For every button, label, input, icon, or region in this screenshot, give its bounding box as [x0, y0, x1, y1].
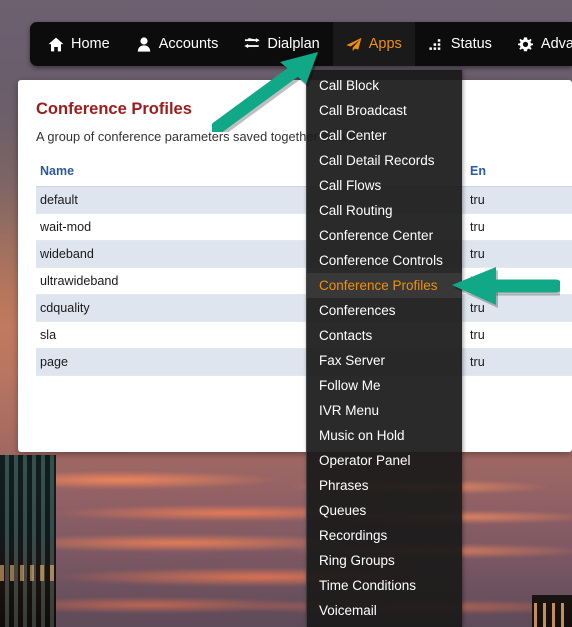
cell-enabled: tru — [466, 267, 572, 295]
menu-item-operator-panel[interactable]: Operator Panel — [307, 448, 462, 473]
paper-plane-icon — [346, 36, 362, 52]
cell-enabled: tru — [466, 321, 572, 349]
table-row[interactable]: sla tru — [36, 321, 572, 349]
menu-item-call-broadcast[interactable]: Call Broadcast — [307, 98, 462, 123]
nav-item-label: Home — [71, 36, 110, 52]
background-clouds — [0, 455, 572, 627]
menu-item-time-conditions[interactable]: Time Conditions — [307, 573, 462, 598]
gear-icon — [518, 36, 534, 52]
transfer-icon — [244, 36, 260, 52]
table-row[interactable]: wideband tru — [36, 240, 572, 268]
menu-item-recordings[interactable]: Recordings — [307, 523, 462, 548]
nav-item-apps[interactable]: Apps — [332, 22, 415, 66]
table-row[interactable]: default tru — [36, 186, 572, 214]
table-row[interactable]: page tru — [36, 348, 572, 376]
user-icon — [136, 36, 152, 52]
nav-item-label: Accounts — [158, 36, 219, 52]
apps-dropdown-menu: Call Block Call Broadcast Call Center Call … — [306, 70, 462, 627]
table-row[interactable]: ultrawideband tru — [36, 267, 572, 295]
table-header-row: Name En — [36, 164, 572, 187]
table-row[interactable]: cdquality tru — [36, 294, 572, 322]
cell-enabled: tru — [466, 240, 572, 268]
column-header-enabled[interactable]: En — [466, 164, 572, 187]
page-subtitle: A group of conference parameters saved t… — [36, 129, 388, 144]
cell-enabled: tru — [466, 186, 572, 214]
nav-item-label: Status — [450, 36, 492, 52]
nav-item-accounts[interactable]: Accounts — [123, 22, 232, 66]
nav-item-home[interactable]: Home — [30, 22, 123, 66]
nav-item-label: Dialplan — [267, 36, 320, 52]
nav-item-status[interactable]: Status — [415, 22, 505, 66]
nav-item-dialplan[interactable]: Dialplan — [231, 22, 332, 66]
menu-item-call-flows[interactable]: Call Flows — [307, 173, 462, 198]
menu-item-call-block[interactable]: Call Block — [307, 73, 462, 98]
menu-item-conference-center[interactable]: Conference Center — [307, 223, 462, 248]
table-row[interactable]: wait-mod tru — [36, 213, 572, 241]
page-title: Conference Profiles — [36, 100, 192, 118]
menu-item-ivr-menu[interactable]: IVR Menu — [307, 398, 462, 423]
cell-enabled: tru — [466, 294, 572, 322]
cell-enabled: tru — [466, 348, 572, 376]
menu-item-conference-controls[interactable]: Conference Controls — [307, 248, 462, 273]
menu-item-conferences[interactable]: Conferences — [307, 298, 462, 323]
menu-item-music-on-hold[interactable]: Music on Hold — [307, 423, 462, 448]
menu-item-conference-profiles[interactable]: Conference Profiles — [307, 273, 462, 298]
menu-item-ring-groups[interactable]: Ring Groups — [307, 548, 462, 573]
menu-item-call-center[interactable]: Call Center — [307, 123, 462, 148]
conference-profiles-table: Name En default tru wait-mod tru wideband tru… — [36, 164, 572, 376]
nav-item-label: Apps — [368, 36, 402, 52]
main-navigation-bar: Home Accounts Dialplan Apps Status Advanced — [30, 22, 572, 66]
cell-enabled: tru — [466, 213, 572, 241]
page-root: Conference Profiles A group of conferenc… — [0, 0, 572, 627]
menu-item-call-routing[interactable]: Call Routing — [307, 198, 462, 223]
table-body: default tru wait-mod tru wideband tru ultrawid… — [36, 186, 572, 376]
background-building-left — [0, 455, 56, 627]
menu-item-fax-server[interactable]: Fax Server — [307, 348, 462, 373]
bar-dots-icon — [428, 36, 444, 52]
menu-item-follow-me[interactable]: Follow Me — [307, 373, 462, 398]
menu-item-call-detail-records[interactable]: Call Detail Records — [307, 148, 462, 173]
menu-item-voicemail[interactable]: Voicemail — [307, 598, 462, 623]
home-icon — [48, 36, 64, 52]
menu-item-phrases[interactable]: Phrases — [307, 473, 462, 498]
menu-item-contacts[interactable]: Contacts — [307, 323, 462, 348]
content-card: Conference Profiles A group of conferenc… — [18, 80, 572, 452]
menu-item-queues[interactable]: Queues — [307, 498, 462, 523]
nav-item-label: Advanced — [540, 36, 572, 52]
nav-item-advanced[interactable]: Advanced — [505, 22, 572, 66]
background-building-right — [532, 595, 572, 627]
